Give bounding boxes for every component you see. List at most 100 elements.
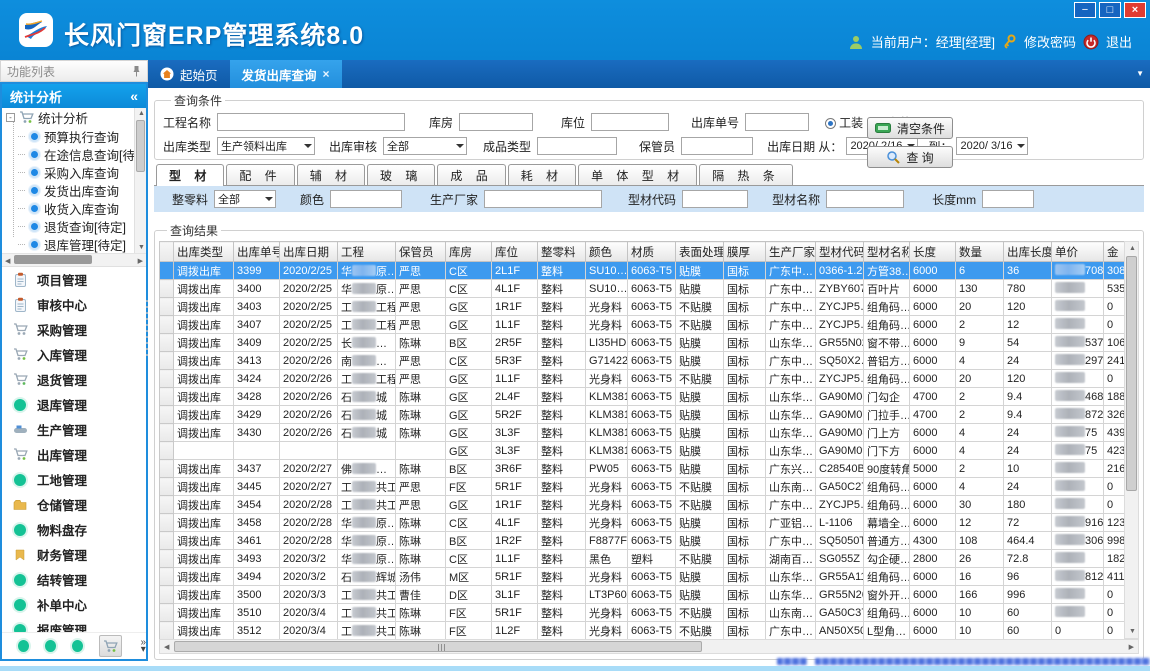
cell[interactable]: 山东华…	[766, 442, 816, 460]
row-header[interactable]	[160, 586, 174, 604]
cell[interactable]: 工共工程	[338, 604, 396, 622]
cell[interactable]: PW05	[586, 460, 628, 478]
cell[interactable]: G区	[446, 316, 492, 334]
cell[interactable]: 国标	[724, 316, 766, 334]
cell[interactable]: 不贴膜	[676, 550, 724, 568]
cell[interactable]: 6000	[910, 262, 956, 280]
cell[interactable]: 石城	[338, 388, 396, 406]
sidebar-item-0[interactable]: 项目管理	[2, 267, 146, 292]
cell[interactable]: 国标	[724, 334, 766, 352]
cell[interactable]	[280, 442, 338, 460]
cell[interactable]: G区	[446, 424, 492, 442]
cell[interactable]: 3403	[234, 298, 280, 316]
material-tab-7[interactable]: 隔 热 条	[699, 164, 793, 185]
cell[interactable]: 1L2F	[492, 622, 538, 640]
cell[interactable]: 调拨出库	[174, 568, 234, 586]
cell[interactable]: G71422	[586, 352, 628, 370]
cell[interactable]: 5R3F	[492, 352, 538, 370]
cell[interactable]: 长…	[338, 334, 396, 352]
cell[interactable]: 贴膜	[676, 352, 724, 370]
column-header-4[interactable]: 保管员	[396, 242, 446, 262]
cell[interactable]: 3L3F	[492, 424, 538, 442]
cell[interactable]: 0	[1052, 622, 1104, 640]
tree-item-1[interactable]: 在途信息查询[待定]	[2, 145, 146, 163]
cell[interactable]: 华原…	[338, 280, 396, 298]
cell[interactable]: 陈琳	[396, 514, 446, 532]
column-header-15[interactable]: 长度	[910, 242, 956, 262]
cell[interactable]: 陈琳	[396, 460, 446, 478]
cell[interactable]: 6000	[910, 424, 956, 442]
cell[interactable]: 整料	[538, 280, 586, 298]
logout-link[interactable]: 退出	[1106, 32, 1132, 51]
material-tab-5[interactable]: 耗 材	[508, 164, 576, 185]
row-header[interactable]	[160, 262, 174, 280]
cell[interactable]: 3454	[234, 496, 280, 514]
cell[interactable]	[1052, 298, 1104, 316]
cell[interactable]: F区	[446, 622, 492, 640]
material-tab-4[interactable]: 成 品	[437, 164, 505, 185]
sidebar-item-6[interactable]: 生产管理	[2, 417, 146, 442]
cell[interactable]: 2020/2/25	[280, 316, 338, 334]
sidebar-item-5[interactable]: 退库管理	[2, 392, 146, 417]
row-header[interactable]	[160, 604, 174, 622]
table-row[interactable]: 调拨出库34132020/2/26南…严思C区5R3F整料G714226063-…	[160, 352, 1132, 370]
row-header[interactable]	[160, 370, 174, 388]
cell[interactable]: 严思	[396, 370, 446, 388]
cell[interactable]: 6063-T5	[628, 388, 676, 406]
cell[interactable]: 陈琳	[396, 532, 446, 550]
cell[interactable]: 严思	[396, 262, 446, 280]
sidebar-item-7[interactable]: 出库管理	[2, 442, 146, 467]
cell[interactable]: 曹佳	[396, 586, 446, 604]
cell[interactable]: 工共工程	[338, 478, 396, 496]
cell[interactable]: 组角码…	[864, 316, 910, 334]
cell[interactable]: AN50X50X2	[816, 622, 864, 640]
cell[interactable]: 严思	[396, 352, 446, 370]
cell[interactable]: 国标	[724, 622, 766, 640]
table-row[interactable]: 调拨出库33992020/2/25华原…严思C区2L1F整料SU10…6063-…	[160, 262, 1132, 280]
cell[interactable]: 陈琳	[396, 424, 446, 442]
cell[interactable]: G区	[446, 496, 492, 514]
cell[interactable]: 华原…	[338, 262, 396, 280]
cell[interactable]: 整料	[538, 460, 586, 478]
cell[interactable]: KLM3817	[586, 442, 628, 460]
cell[interactable]: 山东南…	[766, 604, 816, 622]
cell[interactable]	[1052, 460, 1104, 478]
sidebar-overflow-button[interactable]: »▾	[140, 639, 146, 653]
cell[interactable]: 3430	[234, 424, 280, 442]
cell[interactable]: 方管38…	[864, 262, 910, 280]
search-button[interactable]: 查 询	[867, 146, 953, 168]
tree-item-3[interactable]: 发货出库查询	[2, 181, 146, 199]
cell[interactable]: 3424	[234, 370, 280, 388]
table-row[interactable]: 调拨出库34072020/2/25工工程严思G区1L1F整料光身料6063-T5…	[160, 316, 1132, 334]
cell[interactable]: 6063-T5	[628, 604, 676, 622]
sidebar-item-12[interactable]: 结转管理	[2, 567, 146, 592]
scrollbar-thumb[interactable]	[1126, 256, 1137, 491]
cell[interactable]: 3458	[234, 514, 280, 532]
cell[interactable]: 不贴膜	[676, 622, 724, 640]
cell[interactable]: 10	[1004, 460, 1052, 478]
cell[interactable]: 华原…	[338, 550, 396, 568]
scrollbar-thumb[interactable]	[174, 641, 702, 652]
cell[interactable]: 6063-T5	[628, 298, 676, 316]
grid-vertical-scrollbar[interactable]: ▲ ▼	[1124, 241, 1139, 639]
cell[interactable]: 24	[1004, 442, 1052, 460]
row-header[interactable]	[160, 406, 174, 424]
cell[interactable]: 6063-T5	[628, 532, 676, 550]
cell[interactable]: KLM3817	[586, 388, 628, 406]
tree-item-5[interactable]: 退货查询[待定]	[2, 217, 146, 235]
cell[interactable]: 6063-T5	[628, 442, 676, 460]
cell[interactable]: 6000	[910, 370, 956, 388]
cell[interactable]: 3493	[234, 550, 280, 568]
cell[interactable]: 山东华…	[766, 406, 816, 424]
cell[interactable]: 3399	[234, 262, 280, 280]
cell[interactable]: 2020/2/25	[280, 262, 338, 280]
tree-expander-icon[interactable]: -	[6, 113, 15, 122]
cell[interactable]: 幕墙全…	[864, 514, 910, 532]
cell[interactable]: 调拨出库	[174, 532, 234, 550]
cell[interactable]: 2020/2/26	[280, 370, 338, 388]
cell[interactable]: C区	[446, 280, 492, 298]
sidebar-item-11[interactable]: 财务管理	[2, 542, 146, 567]
column-header-0[interactable]: 出库类型	[174, 242, 234, 262]
cell[interactable]: 国标	[724, 460, 766, 478]
cell[interactable]: 1R1F	[492, 496, 538, 514]
